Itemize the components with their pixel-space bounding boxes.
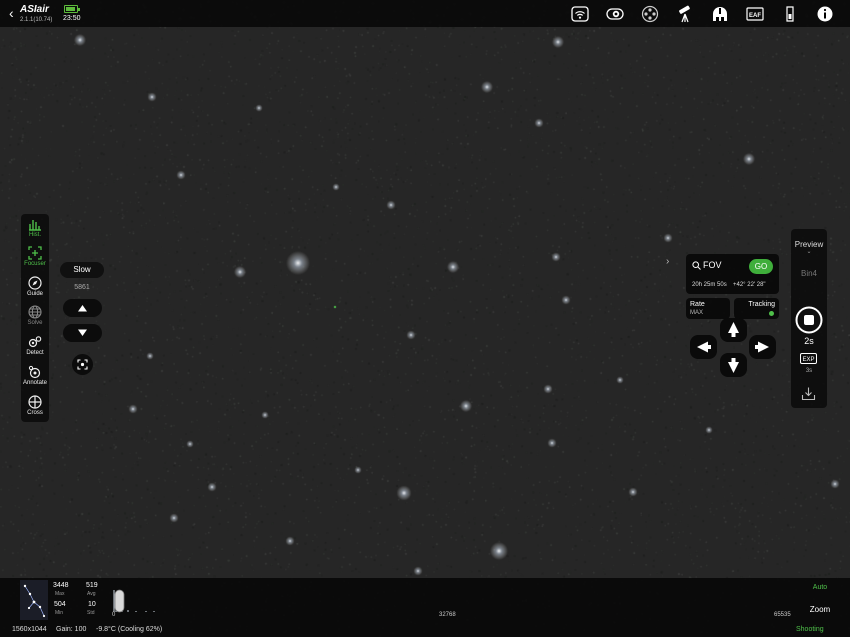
tool-label: Solve	[27, 320, 43, 326]
top-bar: ‹ ASIair 2.1.1(10.74) 23:50 EAF	[0, 0, 850, 27]
histogram-tick-max: 65535	[774, 612, 791, 618]
arrow-up-icon	[728, 322, 739, 337]
stop-icon	[795, 306, 823, 334]
battery-icon	[64, 5, 80, 13]
storage-icon[interactable]	[781, 5, 799, 23]
exposure-value[interactable]: 2s	[791, 336, 827, 346]
focuser-speed-button[interactable]: Slow	[60, 262, 104, 278]
stat-min: 504	[54, 601, 66, 608]
search-icon	[692, 261, 701, 270]
histogram-tick-min: 0	[112, 612, 116, 618]
svg-text:EXP: EXP	[802, 357, 814, 363]
status-state: Shooting	[796, 626, 824, 633]
constellation-thumbnail[interactable]	[20, 580, 48, 620]
slew-west-button[interactable]	[690, 335, 717, 359]
focuser-up-button[interactable]	[63, 299, 102, 317]
triangle-down-icon	[78, 329, 87, 336]
slew-north-button[interactable]	[720, 318, 747, 342]
search-input[interactable]: FOV	[703, 260, 722, 270]
filter-wheel-icon[interactable]	[641, 5, 659, 23]
zoom-button[interactable]: Zoom	[800, 605, 840, 614]
triangle-up-icon	[78, 305, 87, 312]
crosshair-icon	[28, 395, 42, 409]
arrow-down-icon	[728, 358, 739, 373]
binning-button[interactable]: Bin4	[791, 269, 827, 278]
info-icon[interactable]	[816, 5, 834, 23]
chevron-right-icon[interactable]: ›	[666, 256, 669, 267]
tool-label: Cross	[27, 410, 43, 416]
stat-std: 10	[88, 601, 96, 608]
rate-button[interactable]: Rate MAX	[686, 298, 730, 319]
tool-histogram[interactable]: Hist.	[21, 217, 49, 238]
tool-label: Focuser	[24, 261, 46, 267]
stat-min-label: Min	[55, 610, 64, 616]
goto-search-panel: FOV GO 20h 25m 50s +42° 22' 28"	[686, 254, 779, 294]
tool-focuser[interactable]: Focuser	[21, 246, 49, 267]
stat-std-label: Std	[87, 610, 95, 616]
capture-panel: Preview ⌄ Bin4 2s EXP 3s	[791, 229, 827, 408]
tool-solve[interactable]: Solve	[21, 305, 49, 326]
detect-icon	[28, 336, 42, 348]
globe-icon	[28, 305, 42, 319]
observatory-icon[interactable]	[711, 5, 729, 23]
rate-value: MAX	[690, 310, 704, 316]
tool-label: Hist.	[29, 232, 41, 238]
camera-icon[interactable]	[606, 5, 624, 23]
stat-max-label: Max	[55, 591, 65, 597]
clock: 23:50	[63, 15, 81, 22]
focuser-down-button[interactable]	[63, 324, 102, 342]
app-version: 2.1.1(10.74)	[20, 17, 53, 23]
tool-label: Detect	[26, 350, 44, 356]
svg-text:EAF: EAF	[749, 13, 761, 19]
rate-label: Rate	[690, 301, 705, 308]
status-resolution: 1560x1044	[12, 626, 47, 633]
tool-annotate[interactable]: Annotate	[21, 365, 49, 386]
download-icon[interactable]	[801, 386, 816, 401]
tool-guide[interactable]: Guide	[21, 276, 49, 297]
tracking-label: Tracking	[748, 301, 775, 308]
auto-focus-icon	[77, 359, 88, 370]
focuser-icon	[28, 246, 42, 260]
stretch-handle	[114, 589, 125, 613]
stat-avg: 519	[86, 582, 98, 589]
guide-icon	[28, 276, 42, 290]
auto-focus-button[interactable]	[72, 354, 93, 375]
tool-detect[interactable]: Detect	[21, 335, 49, 356]
arrow-left-icon	[697, 341, 711, 353]
annotate-icon	[28, 365, 41, 379]
app-logo: ASIair	[20, 4, 49, 15]
telescope-mount-icon[interactable]	[676, 5, 694, 23]
histogram-icon	[29, 220, 41, 231]
exposure-secondary: 3s	[805, 368, 813, 374]
bottom-bar: 3448 Max 519 Avg 504 Min 10 Std 0 32768 …	[0, 578, 850, 637]
ra-coordinate: 20h 25m 50s	[692, 282, 727, 288]
shutter-button[interactable]	[795, 306, 823, 334]
chevron-left-icon[interactable]: ‹	[9, 6, 14, 20]
histogram-tick-mid: 32768	[439, 612, 456, 618]
left-toolbar: Hist. Focuser Guide Solve Detect Annotat…	[21, 214, 49, 422]
slew-east-button[interactable]	[749, 335, 776, 359]
wifi-icon[interactable]	[571, 5, 589, 23]
stat-max: 3448	[53, 582, 69, 589]
auto-stretch-button[interactable]: Auto	[800, 584, 840, 591]
stat-avg-label: Avg	[87, 591, 96, 597]
go-button[interactable]: GO	[749, 259, 773, 274]
tracking-toggle[interactable]: Tracking	[734, 298, 779, 319]
status-gain: Gain: 100	[56, 626, 87, 633]
slew-south-button[interactable]	[720, 353, 747, 377]
arrow-right-icon	[755, 341, 769, 353]
tool-label: Annotate	[22, 380, 48, 386]
tool-cross[interactable]: Cross	[21, 395, 49, 416]
tool-label: Guide	[26, 291, 43, 297]
tracking-status-dot	[769, 311, 774, 316]
exposure-icon[interactable]: EXP	[800, 353, 817, 364]
focuser-position: 5861	[74, 284, 90, 291]
chevron-down-icon: ⌄	[806, 249, 812, 255]
status-temperature: -9.8°C (Cooling 62%)	[96, 626, 163, 633]
dec-coordinate: +42° 22' 28"	[733, 282, 766, 288]
eaf-focuser-icon[interactable]: EAF	[746, 5, 764, 23]
